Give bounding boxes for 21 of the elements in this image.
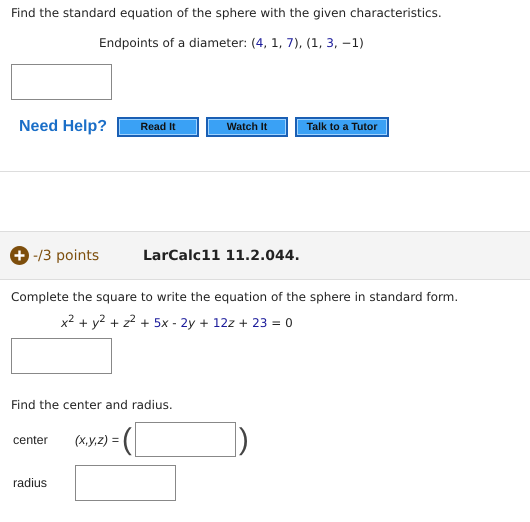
answer-field[interactable] [11, 338, 112, 374]
center-expression: (x,y,z) = [75, 432, 119, 446]
center-label: center [13, 432, 49, 446]
equation: x$^{2}$ + y$^{2}$ + z$^{2}$ + 5x - 2y + 12z + 23 = 0 [61, 314, 294, 330]
given-expression: Endpoints of a diameter: (4, 1, 7), (1, 3, −1) [99, 36, 365, 50]
radius-label: radius [13, 476, 48, 490]
help-button[interactable]: Read It [117, 117, 200, 137]
open-parenthesis: ( [122, 422, 132, 456]
problem-code: LarCalc11 11.2.044. [143, 248, 300, 264]
points-label: -/3 points [33, 248, 100, 264]
answer-field[interactable] [11, 64, 112, 100]
question-text: Complete the square to write the equation of the sphere in standard form. [11, 290, 460, 304]
help-button[interactable]: Talk to a Tutor [295, 117, 390, 137]
plus-icon[interactable] [10, 246, 29, 265]
radius-field[interactable] [75, 465, 176, 501]
need-help-label: Need Help? [19, 118, 108, 136]
center-field[interactable] [134, 422, 236, 457]
help-button[interactable]: Watch It [206, 117, 288, 137]
close-parenthesis: ) [238, 422, 249, 456]
question-text: Find the center and radius. [11, 398, 174, 412]
question-text: Find the standard equation of the sphere with the given characteristics. [11, 6, 443, 20]
